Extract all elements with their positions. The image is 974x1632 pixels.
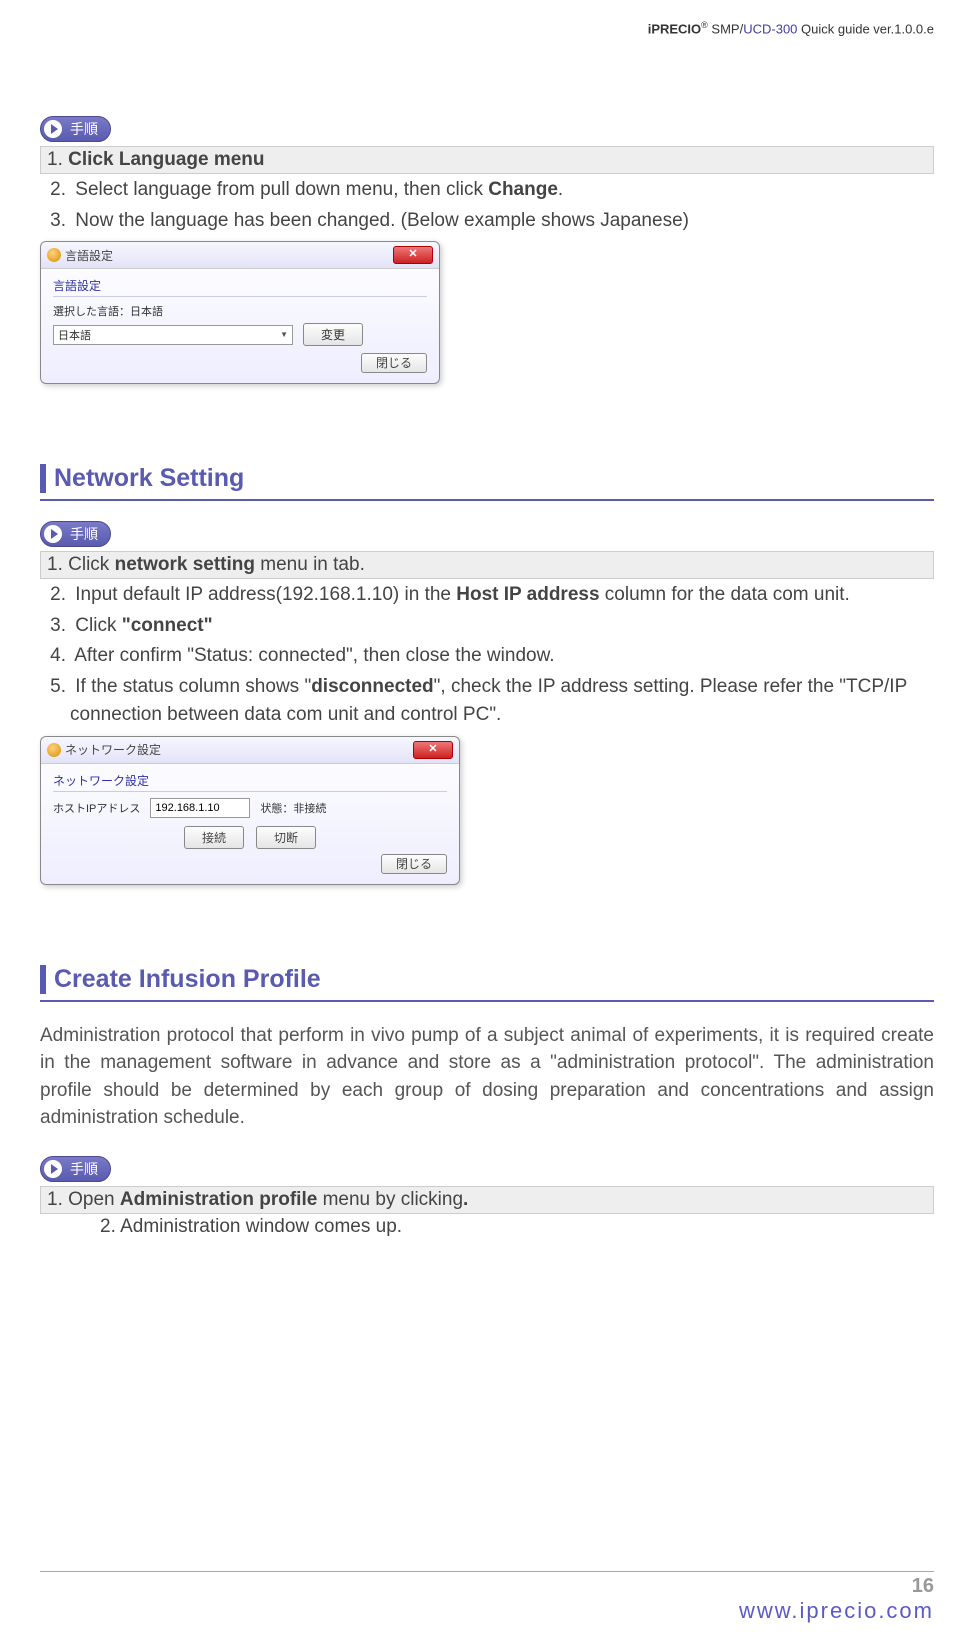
- language-select[interactable]: 日本語: [53, 325, 293, 345]
- step-text-bold: disconnected: [311, 676, 433, 697]
- step-highlight-row: 1. Click network setting menu in tab.: [40, 551, 934, 579]
- section-heading-profile: Create Infusion Profile: [40, 965, 934, 994]
- close-button[interactable]: 閉じる: [381, 854, 447, 874]
- section-rule: [40, 499, 934, 501]
- step-number: 1.: [47, 149, 63, 170]
- step-text: Click Language menu: [68, 149, 264, 170]
- step-text-part: Click: [68, 554, 114, 575]
- dialog-titlebar: ネットワーク設定 ✕: [41, 737, 459, 764]
- step-text-bold: Host IP address: [456, 584, 599, 605]
- list-item: 3. Click "connect": [40, 612, 934, 641]
- disconnect-button[interactable]: 切断: [256, 826, 316, 849]
- page-number: 16: [912, 1575, 934, 1598]
- procedure-label: 手順: [70, 524, 98, 544]
- play-icon: [44, 1160, 62, 1178]
- step-text-part: Select language from pull down menu, the…: [75, 179, 488, 200]
- section-heading-network: Network Setting: [40, 464, 934, 493]
- button-row: 接続 切断: [53, 826, 447, 849]
- list-item: 2. Input default IP address(192.168.1.10…: [40, 581, 934, 610]
- group-label: 言語設定: [53, 277, 427, 297]
- step-text: After confirm "Status: connected", then …: [74, 645, 554, 666]
- step-highlight-row: 1. Open Administration profile menu by c…: [40, 1186, 934, 1214]
- field-row: 日本語 変更: [53, 323, 427, 346]
- step-number: 2.: [44, 581, 66, 610]
- step-text-part: If the status column shows ": [75, 676, 311, 697]
- step-number: 2.: [44, 176, 66, 205]
- button-row: 閉じる: [53, 354, 427, 371]
- step-text-bold: Change: [488, 179, 558, 200]
- step-text-part: column for the data com unit.: [600, 584, 850, 605]
- step-text-end: .: [463, 1189, 468, 1210]
- intro-paragraph: Administration protocol that perform in …: [40, 1022, 934, 1132]
- step-number: 4.: [44, 642, 66, 671]
- step-text-part: menu in tab.: [255, 554, 365, 575]
- dialog-body: 言語設定 選択した言語：日本語 日本語 変更 閉じる: [41, 269, 439, 383]
- footer-rule: [40, 1571, 934, 1572]
- procedure-badge: 手順: [40, 1156, 111, 1182]
- registered-mark: ®: [701, 20, 708, 30]
- dialog-title: ネットワーク設定: [65, 741, 161, 758]
- step-number: 1.: [47, 1189, 63, 1210]
- button-row: 閉じる: [53, 855, 447, 872]
- step-text-part: Open: [68, 1189, 120, 1210]
- step-text: Administration window comes up.: [120, 1216, 402, 1237]
- list-item: 5. If the status column shows "disconnec…: [40, 673, 934, 730]
- window-close-button[interactable]: ✕: [413, 741, 453, 759]
- step-list: 2. Select language from pull down menu, …: [40, 176, 934, 235]
- list-item: 2. Administration window comes up.: [100, 1216, 934, 1238]
- ip-address-input[interactable]: [150, 798, 250, 818]
- step-number: 2.: [100, 1216, 116, 1237]
- language-settings-dialog: 言語設定 ✕ 言語設定 選択した言語：日本語 日本語 変更 閉じる: [40, 241, 440, 384]
- step-number: 3.: [44, 207, 66, 236]
- step-highlight-row: 1. Click Language menu: [40, 146, 934, 174]
- procedure-label: 手順: [70, 119, 98, 139]
- host-ip-label: ホストIPアドレス: [53, 800, 140, 816]
- step-number: 1.: [47, 554, 63, 575]
- change-button[interactable]: 変更: [303, 323, 363, 346]
- doc-version: Quick guide ver.1.0.0.e: [797, 21, 934, 36]
- window-close-button[interactable]: ✕: [393, 246, 433, 264]
- network-settings-dialog: ネットワーク設定 ✕ ネットワーク設定 ホストIPアドレス 状態：非接続 接続 …: [40, 736, 460, 885]
- model-prefix: SMP/: [708, 21, 743, 36]
- sub-step-list: 2. Administration window comes up.: [100, 1216, 934, 1238]
- step-text-bold: Administration profile: [120, 1189, 317, 1210]
- dialog-title: 言語設定: [65, 247, 113, 264]
- step-text-bold: network setting: [115, 554, 255, 575]
- step-text-part: Input default IP address(192.168.1.10) i…: [75, 584, 456, 605]
- footer-url: www.iprecio.com: [739, 1598, 934, 1624]
- page-header: iPRECIO® SMP/UCD-300 Quick guide ver.1.0…: [0, 0, 974, 36]
- procedure-badge: 手順: [40, 116, 111, 142]
- section-rule: [40, 1000, 934, 1002]
- group-label: ネットワーク設定: [53, 772, 447, 792]
- selected-language-label: 選択した言語：日本語: [53, 303, 427, 319]
- select-value: 日本語: [58, 327, 91, 343]
- dialog-titlebar: 言語設定 ✕: [41, 242, 439, 269]
- step-text-part: .: [558, 179, 563, 200]
- step-number: 5.: [44, 673, 66, 702]
- page-content: 手順 1. Click Language menu 2. Select lang…: [0, 36, 974, 1238]
- list-item: 4. After confirm "Status: connected", th…: [40, 642, 934, 671]
- step-text-bold: "connect": [122, 615, 213, 636]
- procedure-label: 手順: [70, 1159, 98, 1179]
- step-text: Now the language has been changed. (Belo…: [75, 210, 689, 231]
- step-text-part: Click: [75, 615, 121, 636]
- list-item: 3. Now the language has been changed. (B…: [40, 207, 934, 236]
- step-text-part: menu by clicking: [317, 1189, 463, 1210]
- step-number: 3.: [44, 612, 66, 641]
- dialog-icon: [47, 248, 61, 262]
- connect-button[interactable]: 接続: [184, 826, 244, 849]
- brand-name: iPRECIO: [648, 21, 701, 36]
- list-item: 2. Select language from pull down menu, …: [40, 176, 934, 205]
- field-row: ホストIPアドレス 状態：非接続: [53, 798, 447, 818]
- close-button[interactable]: 閉じる: [361, 353, 427, 373]
- step-list: 2. Input default IP address(192.168.1.10…: [40, 581, 934, 730]
- play-icon: [44, 120, 62, 138]
- model-number: UCD-300: [743, 21, 797, 36]
- dialog-icon: [47, 743, 61, 757]
- dialog-body: ネットワーク設定 ホストIPアドレス 状態：非接続 接続 切断 閉じる: [41, 764, 459, 884]
- connection-status-label: 状態：非接続: [260, 800, 326, 816]
- play-icon: [44, 525, 62, 543]
- procedure-badge: 手順: [40, 521, 111, 547]
